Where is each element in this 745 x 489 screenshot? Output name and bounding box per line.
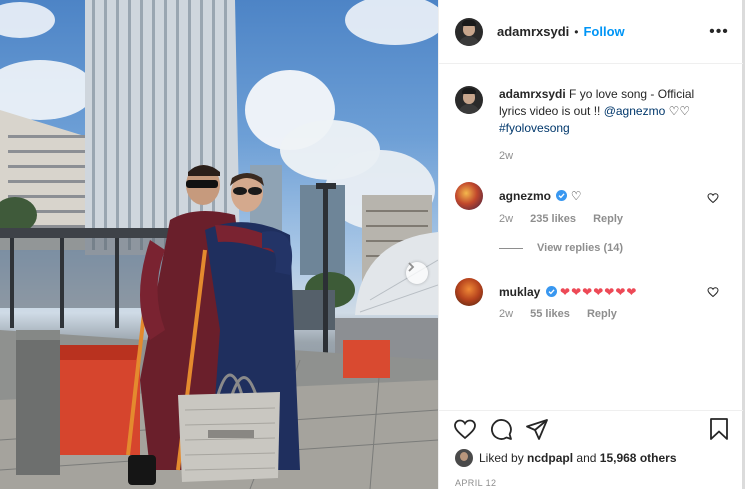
author-avatar[interactable] — [455, 17, 483, 46]
post-date[interactable]: APRIL 12 — [455, 478, 496, 488]
comment-text: agnezmo ♡ — [499, 188, 714, 205]
commenter-avatar[interactable] — [455, 182, 483, 210]
comment-icon[interactable] — [489, 417, 513, 441]
caption-avatar[interactable] — [455, 86, 483, 114]
view-replies-label: View replies (14) — [537, 242, 624, 254]
more-options-button[interactable]: ••• — [709, 22, 729, 42]
comment-meta: 2w 235 likes Reply — [499, 213, 623, 225]
comments-section: adamrxsydi F yo love song - Official lyr… — [439, 64, 743, 410]
caption-time[interactable]: 2w — [499, 150, 513, 162]
share-icon[interactable] — [525, 417, 549, 441]
liked-by: Liked by ncdpapl and 15,968 others — [455, 449, 677, 467]
bookmark-icon[interactable] — [707, 417, 731, 441]
chevron-right-icon — [408, 262, 415, 272]
caption — [455, 86, 483, 114]
comment-like-heart-icon[interactable] — [707, 286, 719, 298]
liker-avatar[interactable] — [455, 449, 473, 467]
verified-badge-icon — [545, 286, 557, 297]
comment-body: ♡ — [570, 189, 582, 203]
caption-hashtag[interactable]: #fyolovesong — [499, 121, 570, 135]
comment-reply-button[interactable]: Reply — [593, 213, 623, 225]
comment-username[interactable]: muklay — [499, 285, 540, 299]
comment-reply-button[interactable]: Reply — [587, 308, 617, 320]
view-replies-button[interactable]: View replies (14) — [499, 242, 623, 254]
more-icon: ••• — [709, 23, 729, 40]
liked-by-prefix: Liked by — [479, 451, 524, 465]
post-photo[interactable] — [0, 0, 438, 489]
comment-username[interactable]: agnezmo — [499, 189, 551, 203]
post-details-panel: adamrxsydi • Follow ••• adamrxsydi F yo … — [438, 0, 745, 489]
comment-meta: 2w 55 likes Reply — [499, 308, 617, 320]
comment-like-heart-icon[interactable] — [707, 192, 719, 204]
follow-button[interactable]: Follow — [583, 24, 624, 39]
caption-username[interactable]: adamrxsydi — [499, 87, 566, 101]
post-actions: Liked by ncdpapl and 15,968 others APRIL… — [439, 410, 743, 489]
comment-time[interactable]: 2w — [499, 213, 513, 225]
photo-scene — [0, 0, 438, 489]
header-separator: • — [574, 24, 579, 39]
liked-by-user[interactable]: ncdpapl — [527, 451, 573, 465]
comment-item: muklay ❤❤❤❤❤❤❤ — [455, 278, 636, 306]
post-header: adamrxsydi • Follow ••• — [439, 0, 743, 64]
liked-by-others[interactable]: 15,968 others — [600, 451, 677, 465]
commenter-avatar[interactable] — [455, 278, 483, 306]
next-photo-button[interactable] — [406, 262, 428, 284]
comment-likes[interactable]: 55 likes — [530, 308, 570, 320]
comment-body: ❤❤❤❤❤❤❤ — [560, 285, 638, 299]
comment-likes[interactable]: 235 likes — [530, 213, 576, 225]
comment-time[interactable]: 2w — [499, 308, 513, 320]
comment-text: muklay ❤❤❤❤❤❤❤ — [499, 284, 714, 301]
comment-item: agnezmo ♡ — [455, 182, 581, 210]
heart-icon[interactable] — [453, 417, 477, 441]
replies-divider — [499, 247, 523, 249]
caption-text: adamrxsydi F yo love song - Official lyr… — [499, 86, 714, 137]
caption-emoji: ♡♡ — [668, 104, 691, 118]
verified-badge-icon — [556, 190, 568, 201]
caption-mention[interactable]: @agnezmo — [604, 104, 666, 118]
author-username[interactable]: adamrxsydi — [497, 24, 569, 39]
liked-by-middle: and — [576, 451, 597, 465]
